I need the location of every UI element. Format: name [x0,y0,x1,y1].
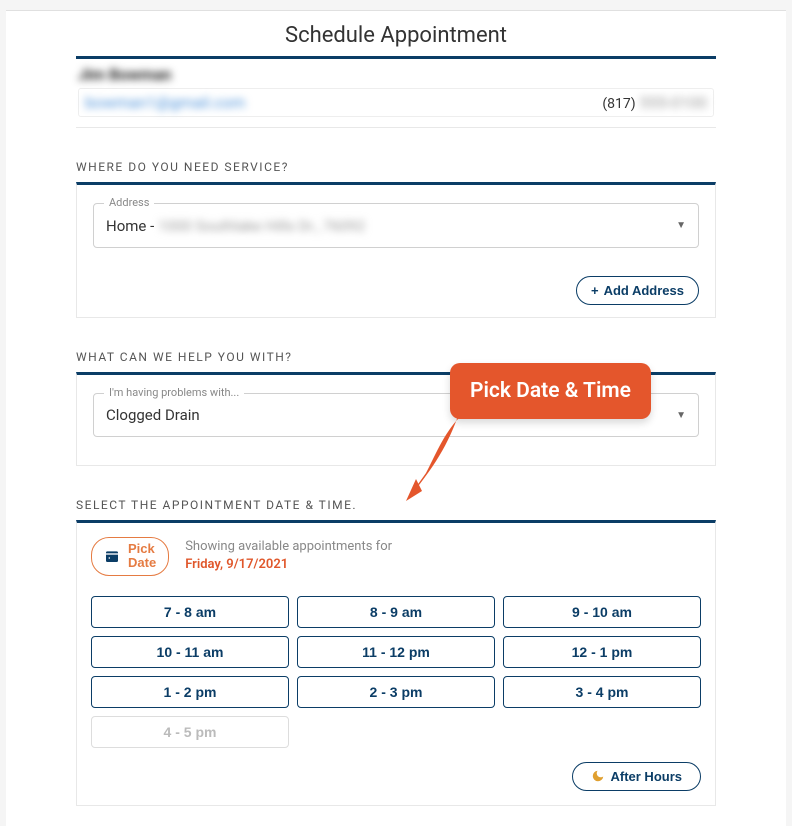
date-card: Pick Date Showing available appointments… [76,520,716,806]
page-title: Schedule Appointment [76,11,716,56]
plus-icon: + [591,283,599,298]
pick-date-button[interactable]: Pick Date [91,537,169,576]
add-address-button[interactable]: + Add Address [576,276,699,305]
add-address-label: Add Address [604,283,684,298]
annotation-callout: Pick Date & Time [450,363,651,419]
chevron-down-icon: ▼ [676,220,686,231]
showing-prefix: Showing available appointments for [185,538,392,556]
callout-text: Pick Date & Time [450,363,651,419]
time-slot-button: 4 - 5 pm [91,716,289,748]
customer-phone: (817) 555-0100 [602,93,707,112]
chevron-down-icon: ▼ [676,410,686,421]
time-slot-button[interactable]: 1 - 2 pm [91,676,289,708]
time-slot-button[interactable]: 12 - 1 pm [503,636,701,668]
section-label-date: SELECT THE APPOINTMENT DATE & TIME. [76,476,716,520]
time-slot-button[interactable]: 2 - 3 pm [297,676,495,708]
moon-icon [591,769,605,783]
problem-value: Clogged Drain [106,406,200,424]
callout-arrow-icon [404,413,474,503]
address-value-prefix: Home - [106,217,158,235]
phone-number: 555-0100 [640,93,707,112]
time-slot-button[interactable]: 8 - 9 am [297,596,495,628]
problem-field-label: I'm having problems with... [104,386,244,399]
showing-date: Friday, 9/17/2021 [185,556,392,574]
address-field-label: Address [104,196,154,209]
time-slot-button[interactable]: 10 - 11 am [91,636,289,668]
customer-email: bowman1@gmail.com [85,93,245,112]
address-value-rest: 1000 Southlake Hills Dr., 76092 [158,217,365,235]
address-select[interactable]: Address Home - 1000 Southlake Hills Dr.,… [93,203,699,248]
after-hours-label: After Hours [610,769,682,784]
pick-date-label: Pick Date [128,542,156,571]
time-slot-button[interactable]: 9 - 10 am [503,596,701,628]
time-slots-grid: 7 - 8 am8 - 9 am9 - 10 am 10 - 11 am11 - … [91,596,701,748]
time-slot-button[interactable]: 7 - 8 am [91,596,289,628]
customer-info-panel: Jim Bowman bowman1@gmail.com (817) 555-0… [76,56,716,128]
after-hours-button[interactable]: After Hours [572,762,701,791]
calendar-icon [104,548,120,564]
showing-date-text: Showing available appointments for Frida… [185,538,392,574]
time-slot-button[interactable]: 11 - 12 pm [297,636,495,668]
section-label-where: WHERE DO YOU NEED SERVICE? [76,138,716,182]
where-card: Address Home - 1000 Southlake Hills Dr.,… [76,182,716,318]
customer-name: Jim Bowman [78,65,171,84]
time-slot-button[interactable]: 3 - 4 pm [503,676,701,708]
phone-area-code: (817) [602,96,635,112]
